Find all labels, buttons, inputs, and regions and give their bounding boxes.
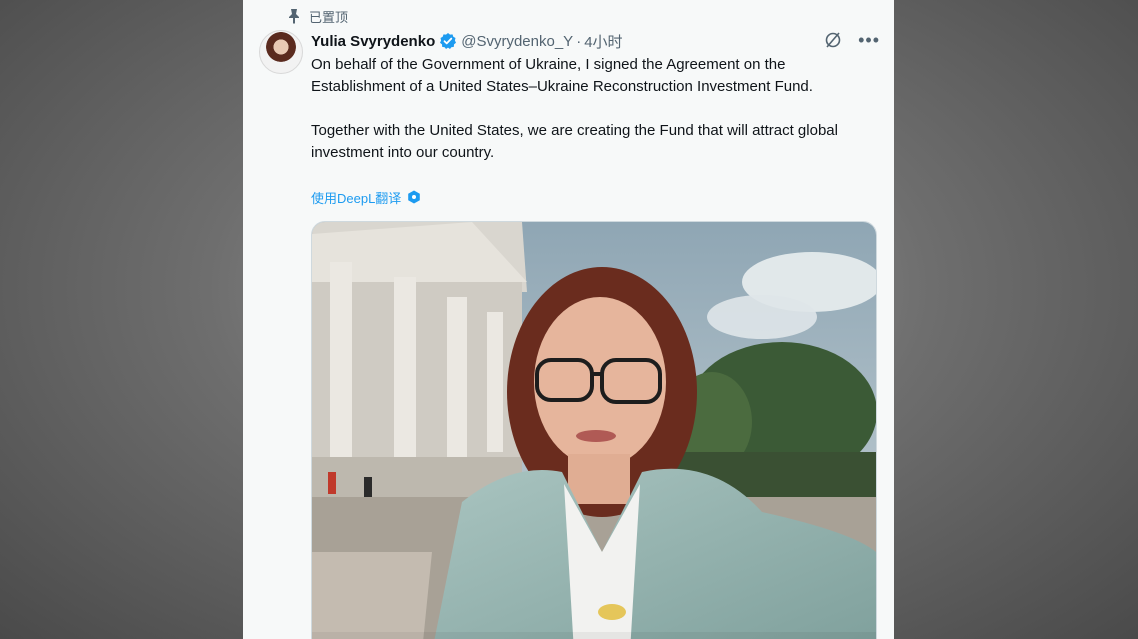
header-actions: ••• bbox=[824, 31, 880, 49]
translate-link[interactable]: 使用DeepL翻译 bbox=[311, 187, 421, 207]
avatar[interactable] bbox=[259, 30, 303, 74]
tweet-text: On behalf of the Government of Ukraine, … bbox=[311, 54, 871, 164]
grok-icon[interactable] bbox=[824, 31, 842, 49]
more-icon[interactable]: ••• bbox=[858, 31, 880, 49]
tweet-paragraph-1: On behalf of the Government of Ukraine, … bbox=[311, 56, 813, 95]
separator: · bbox=[576, 32, 582, 50]
tweet-header: Yulia Svyrydenko @Svyrydenko_Y · 4小时 bbox=[311, 30, 878, 52]
pinned-label: 已置顶 bbox=[309, 9, 349, 25]
timestamp[interactable]: 4小时 bbox=[584, 31, 622, 52]
verified-badge-icon bbox=[439, 32, 457, 50]
tweet-paragraph-2: Together with the United States, we are … bbox=[311, 122, 838, 161]
handle[interactable]: @Svyrydenko_Y bbox=[461, 33, 573, 50]
pin-icon bbox=[287, 8, 301, 24]
tweet-card[interactable]: 已置顶 Yulia Svyrydenko @Svyrydenko_Y · 4小时… bbox=[243, 0, 894, 639]
translate-label[interactable]: 使用DeepL翻译 bbox=[311, 188, 401, 207]
display-name[interactable]: Yulia Svyrydenko bbox=[311, 33, 435, 50]
deepl-icon bbox=[407, 190, 421, 204]
pinned-indicator: 已置顶 bbox=[287, 6, 348, 26]
tweet-photo[interactable] bbox=[311, 221, 877, 639]
